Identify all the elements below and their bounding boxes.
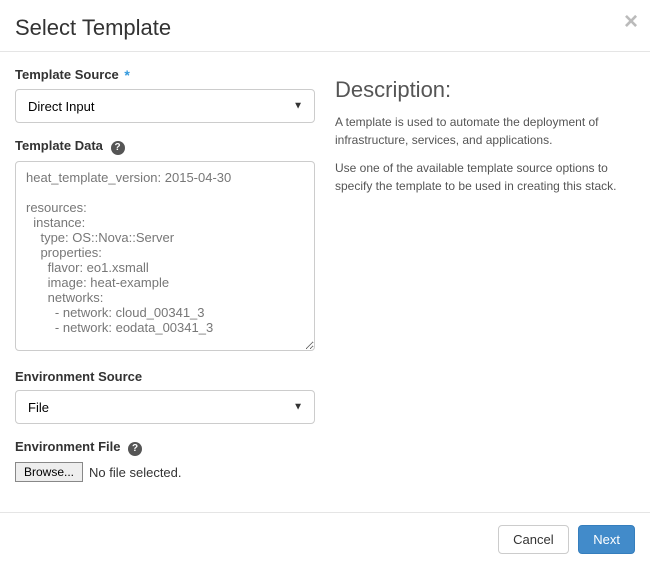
modal-header: Select Template × <box>0 0 650 52</box>
modal-title: Select Template <box>15 15 635 41</box>
environment-source-group: Environment Source ▼ <box>15 369 315 424</box>
environment-source-select-wrap: ▼ <box>15 390 315 424</box>
template-data-label-text: Template Data <box>15 138 103 153</box>
select-template-modal: Select Template × Template Source * ▼ Te… <box>0 0 650 566</box>
required-asterisk: * <box>124 67 129 83</box>
description-column: Description: A template is used to autom… <box>335 67 635 497</box>
description-text-2: Use one of the available template source… <box>335 159 635 195</box>
next-button[interactable]: Next <box>578 525 635 554</box>
help-icon[interactable]: ? <box>128 442 142 456</box>
description-text-1: A template is used to automate the deplo… <box>335 113 635 149</box>
environment-file-group: Environment File ? Browse... No file sel… <box>15 439 315 482</box>
cancel-button[interactable]: Cancel <box>498 525 568 554</box>
modal-body: Template Source * ▼ Template Data ? heat… <box>0 52 650 512</box>
help-icon[interactable]: ? <box>111 141 125 155</box>
browse-button[interactable]: Browse... <box>15 462 83 482</box>
template-data-textarea[interactable]: heat_template_version: 2015-04-30 resour… <box>15 161 315 351</box>
template-data-label: Template Data ? <box>15 138 125 155</box>
description-title: Description: <box>335 77 635 103</box>
template-source-group: Template Source * ▼ <box>15 67 315 123</box>
environment-file-label-text: Environment File <box>15 439 120 454</box>
template-source-select[interactable] <box>15 89 315 123</box>
modal-footer: Cancel Next <box>0 512 650 566</box>
template-source-select-wrap: ▼ <box>15 89 315 123</box>
form-column: Template Source * ▼ Template Data ? heat… <box>15 67 315 497</box>
close-icon[interactable]: × <box>624 8 638 36</box>
environment-file-label: Environment File ? <box>15 439 142 456</box>
template-source-label: Template Source * <box>15 67 130 83</box>
file-status-text: No file selected. <box>89 465 182 480</box>
environment-file-row: Browse... No file selected. <box>15 462 315 482</box>
template-data-group: Template Data ? heat_template_version: 2… <box>15 138 315 354</box>
environment-source-label: Environment Source <box>15 369 142 384</box>
template-source-label-text: Template Source <box>15 67 119 82</box>
environment-source-select[interactable] <box>15 390 315 424</box>
